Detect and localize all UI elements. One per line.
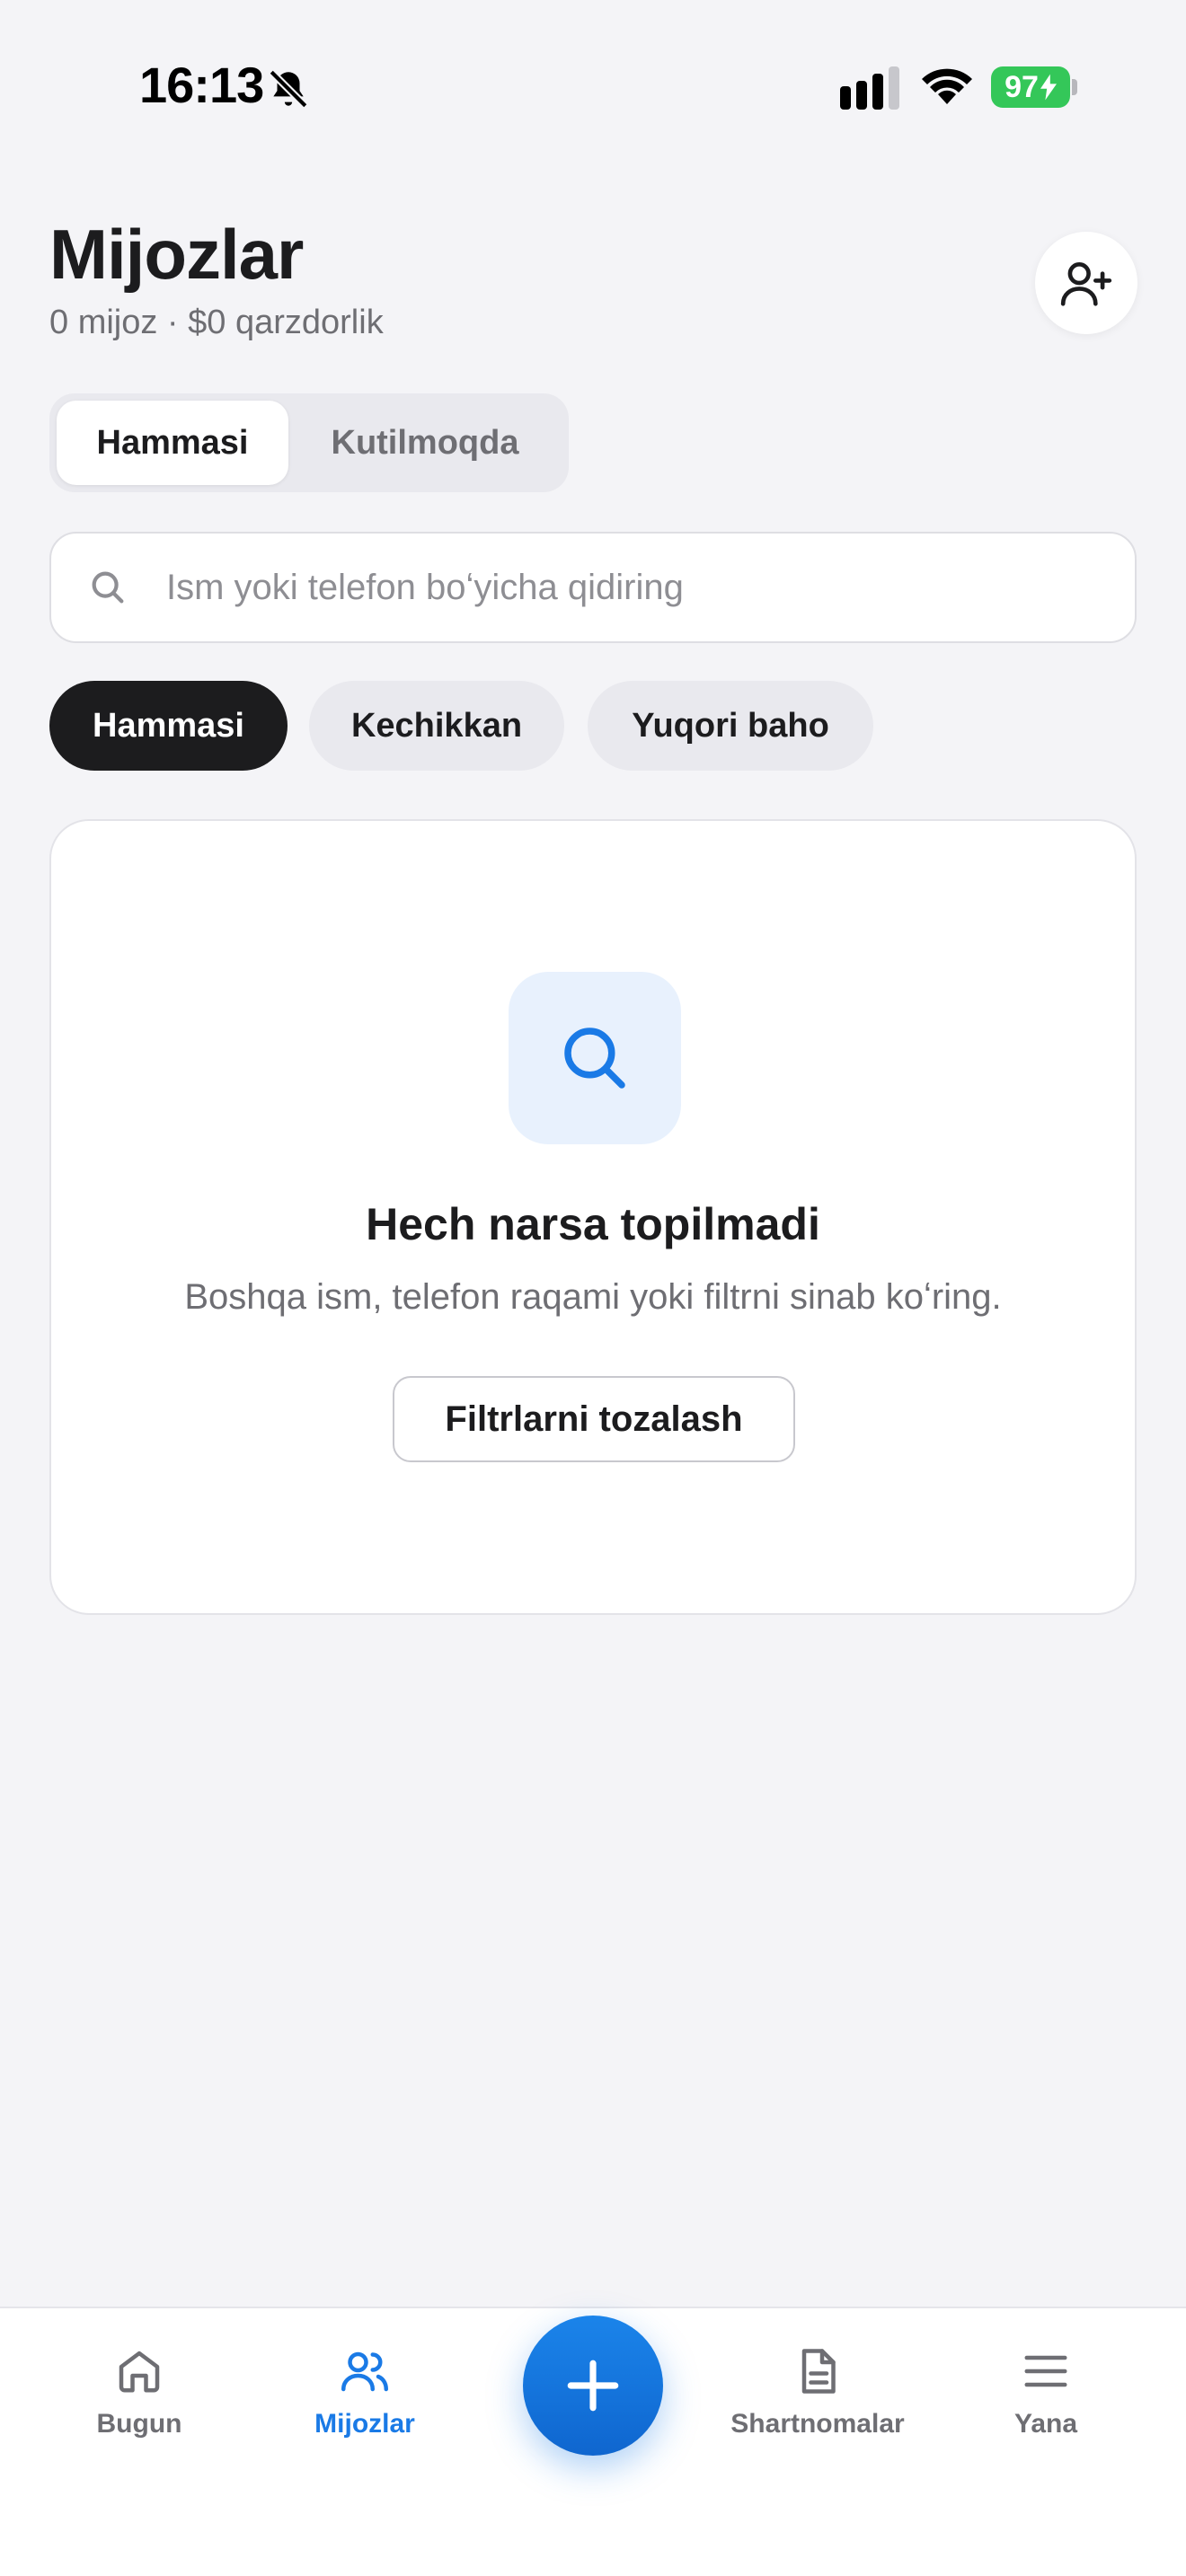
segment-pending[interactable]: Kutilmoqda [288, 401, 562, 485]
battery-icon: 97 [991, 66, 1070, 108]
empty-state-title: Hech narsa topilmadi [366, 1199, 820, 1249]
search-icon [564, 1028, 625, 1089]
home-icon [119, 2351, 160, 2393]
tab-label: Mijozlar [314, 2409, 415, 2439]
tab-label: Yana [1013, 2409, 1078, 2439]
status-bar: 16:13 97 [0, 0, 1186, 171]
tab-more[interactable]: Yana [947, 2344, 1145, 2461]
battery-level: 97 [1005, 69, 1039, 104]
tab-label: Bugun [96, 2409, 182, 2439]
user-plus-icon [1060, 262, 1112, 306]
charging-bolt-icon [1040, 74, 1057, 101]
empty-state-card: Hech narsa topilmadi Boshqa ism, telefon… [49, 819, 1137, 1615]
signal-icon [840, 66, 899, 110]
filter-chip-all[interactable]: Hammasi [49, 681, 288, 771]
add-customer-button[interactable] [1035, 232, 1137, 334]
empty-state-description: Boshqa ism, telefon raqami yoki filtrni … [184, 1277, 1002, 1317]
tab-customers[interactable]: Mijozlar [266, 2344, 464, 2461]
tab-today[interactable]: Bugun [40, 2344, 238, 2461]
search-icon [92, 571, 124, 604]
search-input[interactable] [166, 567, 1101, 608]
users-icon [341, 2351, 388, 2392]
add-button[interactable] [523, 2316, 663, 2456]
status-time: 16:13 [139, 57, 264, 113]
segment-all[interactable]: Hammasi [57, 401, 288, 485]
menu-icon [1024, 2355, 1067, 2387]
customers-screen: 16:13 97 Mijozlar 0 mijoz · $0 qarzdorli… [0, 0, 1186, 2576]
plus-icon [567, 2360, 619, 2412]
search-box[interactable] [49, 532, 1137, 643]
bell-off-icon [269, 69, 308, 109]
status-segmented-control: Hammasi Kutilmoqda [49, 393, 569, 492]
empty-state-icon-box [509, 972, 681, 1144]
wifi-icon [922, 68, 972, 104]
document-icon [801, 2349, 836, 2394]
filter-chip-top-rated[interactable]: Yuqori baho [588, 681, 873, 771]
page-title: Mijozlar [49, 215, 304, 294]
search-icon-wrap [87, 567, 150, 608]
tab-label: Shartnomalar [730, 2409, 905, 2439]
tab-contracts[interactable]: Shartnomalar [719, 2344, 916, 2461]
filter-chip-overdue[interactable]: Kechikkan [309, 681, 564, 771]
clear-filters-button[interactable]: Filtrlarni tozalash [393, 1376, 795, 1462]
battery-cap [1072, 79, 1077, 95]
page-subtitle: 0 mijoz · $0 qarzdorlik [49, 304, 384, 341]
